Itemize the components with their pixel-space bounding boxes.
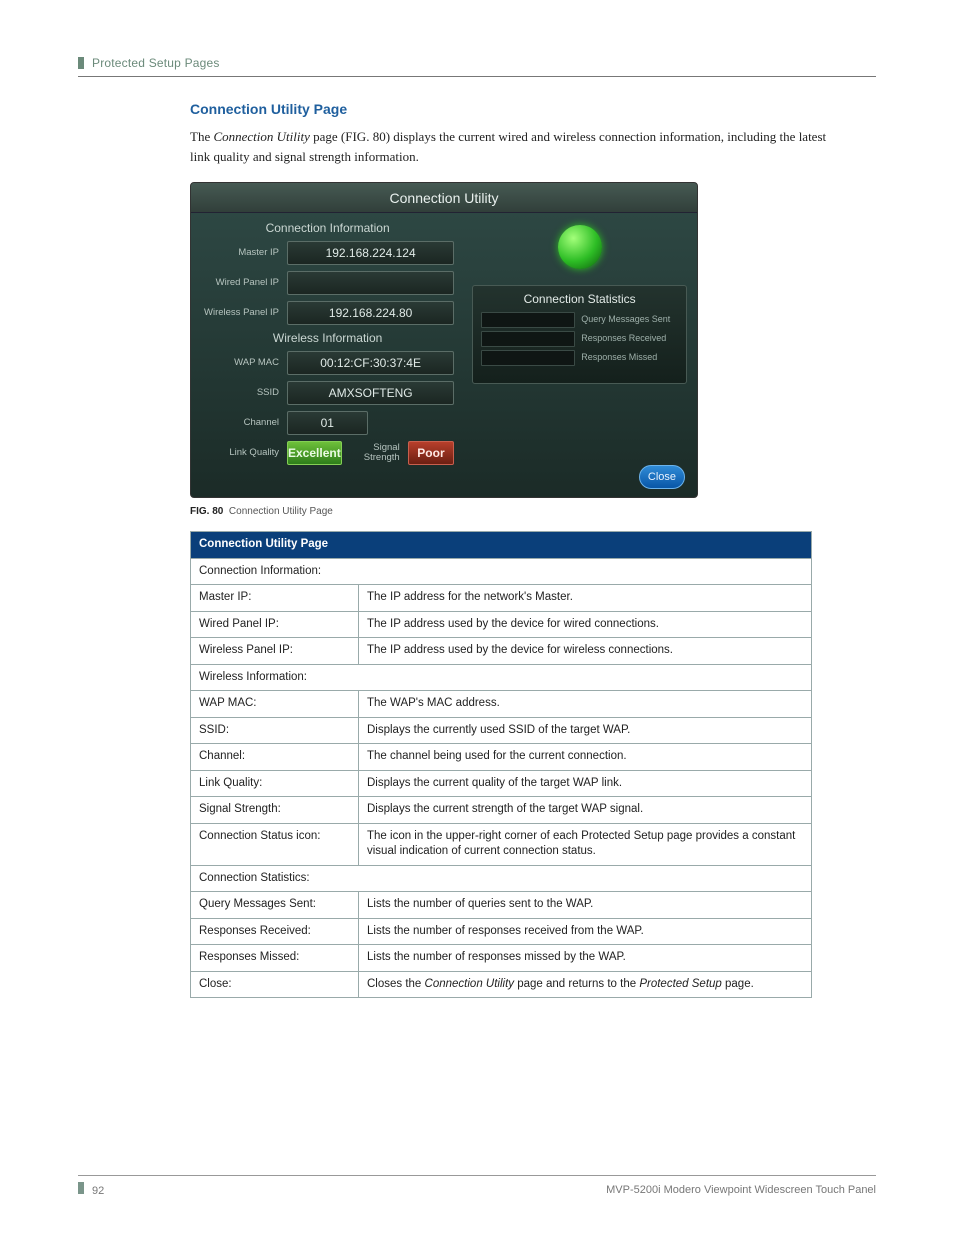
- signal-strength-value: Poor: [408, 441, 455, 465]
- table-section-header: Connection Statistics:: [191, 865, 812, 892]
- table-value: Displays the current quality of the targ…: [359, 770, 812, 797]
- figure-number: FIG. 80: [190, 506, 223, 517]
- master-ip-label: Master IP: [201, 248, 279, 258]
- signal-strength-label: Signal Strength: [350, 443, 400, 464]
- header-mark: [78, 57, 84, 69]
- header: Protected Setup Pages: [78, 56, 876, 70]
- connection-utility-panel: Connection Utility Connection Informatio…: [190, 182, 698, 498]
- table-row: Responses Missed:Lists the number of res…: [191, 945, 812, 972]
- stat-label-query: Query Messages Sent: [581, 315, 670, 325]
- stat-bar-1: [481, 312, 575, 328]
- table-key: Query Messages Sent:: [191, 892, 359, 919]
- ssid-field[interactable]: AMXSOFTENG: [287, 381, 454, 405]
- table-row: Wired Panel IP:The IP address used by th…: [191, 611, 812, 638]
- wired-panel-ip-field[interactable]: [287, 271, 454, 295]
- table-value: Closes the Connection Utility page and r…: [359, 971, 812, 998]
- table-row: Link Quality:Displays the current qualit…: [191, 770, 812, 797]
- table-value: Displays the current strength of the tar…: [359, 797, 812, 824]
- table-value: The IP address for the network's Master.: [359, 585, 812, 612]
- table-value: The IP address used by the device for wi…: [359, 611, 812, 638]
- wireless-panel-ip-label: Wireless Panel IP: [201, 308, 279, 318]
- footer-rule: [78, 1175, 876, 1176]
- table-value: The channel being used for the current c…: [359, 744, 812, 771]
- table-value: Lists the number of queries sent to the …: [359, 892, 812, 919]
- table-key: Close:: [191, 971, 359, 998]
- close-button[interactable]: Close: [639, 465, 685, 489]
- ssid-label: SSID: [201, 388, 279, 398]
- table-key: Responses Missed:: [191, 945, 359, 972]
- table-header-row: Connection Utility Page: [191, 532, 812, 559]
- wireless-info-heading: Wireless Information: [201, 331, 454, 345]
- footer: 92 MVP-5200i Modero Viewpoint Widescreen…: [78, 1175, 876, 1197]
- table-key: Link Quality:: [191, 770, 359, 797]
- table-key: Wired Panel IP:: [191, 611, 359, 638]
- table-row: Master IP:The IP address for the network…: [191, 585, 812, 612]
- link-quality-label: Link Quality: [201, 448, 279, 458]
- table-row: WAP MAC:The WAP's MAC address.: [191, 691, 812, 718]
- table-key: Signal Strength:: [191, 797, 359, 824]
- master-ip-field[interactable]: 192.168.224.124: [287, 241, 454, 265]
- table-value: The WAP's MAC address.: [359, 691, 812, 718]
- stat-bar-2: [481, 331, 575, 347]
- table-key: Responses Received:: [191, 918, 359, 945]
- table-key: Connection Status icon:: [191, 823, 359, 865]
- table-value: Lists the number of responses received f…: [359, 918, 812, 945]
- figure-caption: FIG. 80 Connection Utility Page: [190, 506, 830, 517]
- footer-mark: [78, 1182, 84, 1194]
- table-value: Lists the number of responses missed by …: [359, 945, 812, 972]
- intro-em: Connection Utility: [213, 129, 309, 144]
- table-value: The IP address used by the device for wi…: [359, 638, 812, 665]
- table-row: Wireless Panel IP:The IP address used by…: [191, 638, 812, 665]
- header-rule: [78, 76, 876, 77]
- table-key: Master IP:: [191, 585, 359, 612]
- wap-mac-field[interactable]: 00:12:CF:30:37:4E: [287, 351, 454, 375]
- channel-label: Channel: [201, 418, 279, 428]
- table-key: SSID:: [191, 717, 359, 744]
- stat-bar-3: [481, 350, 575, 366]
- table-row: Close:Closes the Connection Utility page…: [191, 971, 812, 998]
- stat-label-responses-received: Responses Received: [581, 334, 666, 344]
- channel-field[interactable]: 01: [287, 411, 368, 435]
- description-table: Connection Utility Page Connection Infor…: [190, 531, 812, 998]
- table-row: SSID:Displays the currently used SSID of…: [191, 717, 812, 744]
- wap-mac-label: WAP MAC: [201, 358, 279, 368]
- panel-title: Connection Utility: [191, 183, 697, 213]
- link-quality-value: Excellent: [287, 441, 342, 465]
- table-key: Wireless Panel IP:: [191, 638, 359, 665]
- table-row: Query Messages Sent:Lists the number of …: [191, 892, 812, 919]
- connection-stats-heading: Connection Statistics: [481, 292, 678, 306]
- table-key: Channel:: [191, 744, 359, 771]
- table-row: Signal Strength:Displays the current str…: [191, 797, 812, 824]
- table-section-header: Wireless Information:: [191, 664, 812, 691]
- right-pane: Connection Statistics Query Messages Sen…: [464, 213, 697, 497]
- table-row: Connection Information:: [191, 558, 812, 585]
- left-pane: Connection Information Master IP 192.168…: [191, 213, 464, 497]
- table-title: Connection Utility Page: [191, 532, 812, 559]
- figure-caption-text: Connection Utility Page: [229, 506, 333, 517]
- table-row: Wireless Information:: [191, 664, 812, 691]
- footer-doc-title: MVP-5200i Modero Viewpoint Widescreen To…: [606, 1184, 876, 1196]
- connection-status-icon: [558, 225, 602, 269]
- page-number: 92: [92, 1185, 104, 1197]
- table-row: Channel:The channel being used for the c…: [191, 744, 812, 771]
- intro-paragraph: The Connection Utility page (FIG. 80) di…: [190, 127, 830, 166]
- connection-info-heading: Connection Information: [201, 221, 454, 235]
- table-value: The icon in the upper-right corner of ea…: [359, 823, 812, 865]
- page-number-wrap: 92: [78, 1182, 104, 1197]
- table-row: Connection Status icon:The icon in the u…: [191, 823, 812, 865]
- breadcrumb: Protected Setup Pages: [92, 56, 220, 70]
- wired-panel-ip-label: Wired Panel IP: [201, 278, 279, 288]
- stat-label-responses-missed: Responses Missed: [581, 353, 657, 363]
- table-row: Connection Statistics:: [191, 865, 812, 892]
- wireless-panel-ip-field[interactable]: 192.168.224.80: [287, 301, 454, 325]
- connection-stats-panel: Connection Statistics Query Messages Sen…: [472, 285, 687, 384]
- intro-pre: The: [190, 129, 213, 144]
- table-section-header: Connection Information:: [191, 558, 812, 585]
- table-value: Displays the currently used SSID of the …: [359, 717, 812, 744]
- table-key: WAP MAC:: [191, 691, 359, 718]
- screenshot: Connection Utility Connection Informatio…: [190, 182, 830, 498]
- section-heading: Connection Utility Page: [190, 101, 830, 117]
- table-row: Responses Received:Lists the number of r…: [191, 918, 812, 945]
